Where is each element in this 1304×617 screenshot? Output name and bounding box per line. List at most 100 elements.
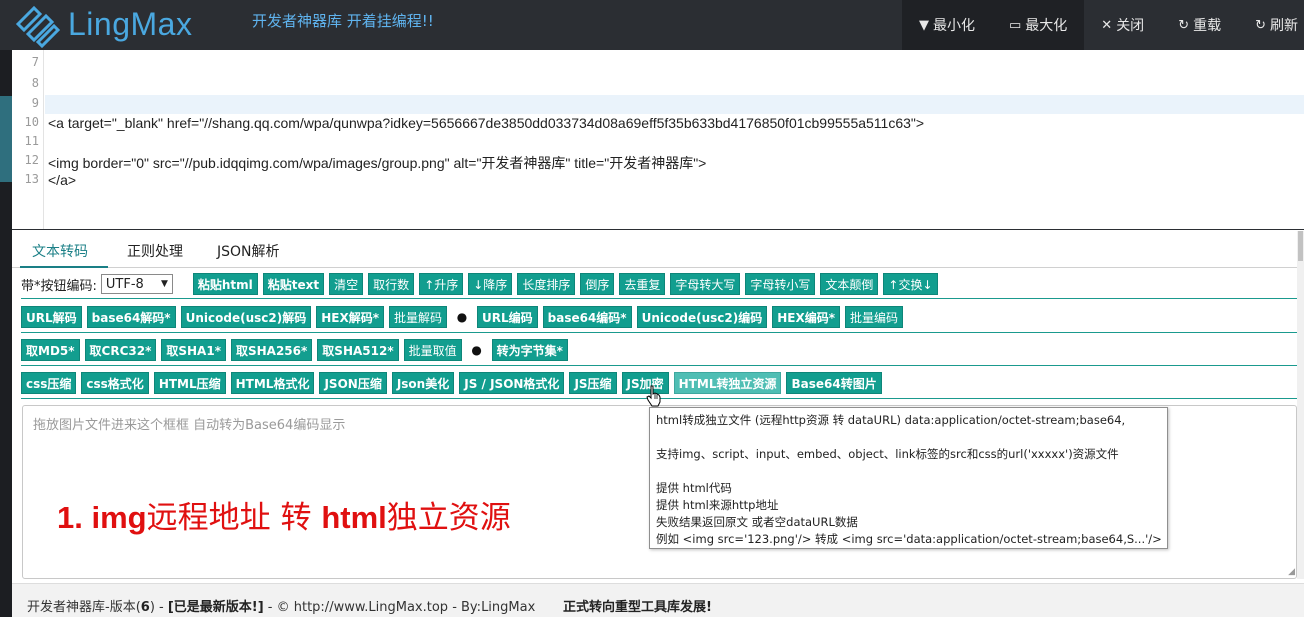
unicode-encode-button[interactable]: Unicode(usc2)编码 [636, 306, 768, 328]
separator-dot: ● [456, 310, 468, 324]
html-standalone-button[interactable]: HTML转独立资源 [673, 372, 782, 394]
hash-row: 取MD5* 取CRC32* 取SHA1* 取SHA256* 取SHA512* 批… [21, 339, 573, 361]
caret-down-icon: ▼ [918, 17, 929, 33]
reload-label: 重载 [1193, 18, 1222, 34]
refresh-icon: ↻ [1255, 17, 1266, 33]
paste-text-button[interactable]: 粘贴text [262, 273, 325, 295]
swap-button[interactable]: ↑交换↓ [883, 273, 938, 295]
window-controls: ▼ 最小化 ▭ 最大化 ✕ 关闭 ↻ 重载 ↻ 刷新 [901, 0, 1304, 50]
hex-encode-button[interactable]: HEX编码* [772, 306, 840, 328]
tab-regex[interactable]: 正则处理 [127, 241, 183, 261]
code-line: </a> [48, 172, 77, 188]
sha1-button[interactable]: 取SHA1* [161, 339, 226, 361]
json-beautify-button[interactable]: Json美化 [391, 372, 455, 394]
refresh-button[interactable]: ↻ 刷新 [1238, 0, 1304, 50]
title-bar: LingMax 开发者神器库 开着挂编程!! ▼ 最小化 ▭ 最大化 ✕ 关闭 … [0, 0, 1304, 50]
app-logo: LingMax [10, 2, 210, 48]
sort-desc-button[interactable]: ↓降序 [468, 273, 513, 295]
uppercase-button[interactable]: 字母转大写 [670, 273, 741, 295]
annotation-caption: 1. img远程地址 转 html独立资源 [57, 492, 511, 537]
tool-tabs: 文本转码 正则处理 JSON解析 [12, 231, 1304, 268]
code-line: <img border="0" src="//pub.idqqimg.com/w… [48, 155, 707, 171]
left-rail-accent [0, 96, 12, 182]
line-count-button[interactable]: 取行数 [368, 273, 415, 295]
scrollbar-thumb[interactable] [1298, 231, 1303, 261]
resize-grip-icon[interactable]: ◢ [1288, 567, 1295, 577]
minimize-button[interactable]: ▼ 最小化 [901, 0, 992, 50]
tooltip: html转成独立文件 (远程http资源 转 dataURL) data:app… [649, 407, 1168, 549]
row-divider [21, 332, 1297, 333]
tooltip-line: 提供 html来源http地址 [656, 498, 779, 512]
lowercase-button[interactable]: 字母转小写 [745, 273, 816, 295]
css-minify-button[interactable]: css压缩 [21, 372, 77, 394]
row-divider [21, 298, 1297, 299]
batch-hash-button[interactable]: 批量取值 [403, 339, 462, 361]
line-number: 11 [24, 134, 39, 148]
crc32-button[interactable]: 取CRC32* [84, 339, 157, 361]
hex-decode-button[interactable]: HEX解码* [316, 306, 384, 328]
line-number: 10 [24, 115, 39, 129]
caption-html: html [321, 500, 387, 535]
line-number: 12 [24, 153, 39, 167]
version-info: 开发者神器库-版本(6) - [已是最新版本!] - © http://www.… [27, 596, 535, 615]
maximize-label: 最大化 [1025, 18, 1068, 34]
maximize-button[interactable]: ▭ 最大化 [991, 0, 1085, 50]
sort-length-button[interactable]: 长度排序 [517, 273, 576, 295]
tooltip-line [656, 429, 1161, 446]
dedupe-button[interactable]: 去重复 [619, 273, 666, 295]
encoding-value: UTF-8 [105, 276, 144, 292]
unicode-decode-button[interactable]: Unicode(usc2)解码 [180, 306, 312, 328]
reverse-text-button[interactable]: 文本颠倒 [820, 273, 879, 295]
reverse-lines-button[interactable]: 倒序 [580, 273, 615, 295]
md5-button[interactable]: 取MD5* [21, 339, 80, 361]
to-bytes-button[interactable]: 转为字节集* [491, 339, 568, 361]
url-encode-button[interactable]: URL编码 [477, 306, 538, 328]
base64-to-image-button[interactable]: Base64转图片 [786, 372, 882, 394]
clear-button[interactable]: 清空 [329, 273, 364, 295]
tooltip-line: html转成独立文件 (远程http资源 转 dataURL) data:app… [656, 413, 1126, 427]
decode-encode-row: URL解码 base64解码* Unicode(usc2)解码 HEX解码* 批… [21, 306, 908, 328]
code-line: <a target="_blank" href="//shang.qq.com/… [48, 115, 925, 131]
line-number: 9 [31, 96, 39, 110]
batch-decode-button[interactable]: 批量解码 [388, 306, 447, 328]
js-json-format-button[interactable]: JS / JSON格式化 [459, 372, 565, 394]
json-minify-button[interactable]: JSON压缩 [319, 372, 387, 394]
line-number: 13 [24, 172, 39, 186]
base64-encode-button[interactable]: base64编码* [542, 306, 632, 328]
active-line-highlight [45, 95, 1304, 114]
logo-icon [15, 5, 60, 48]
url-decode-button[interactable]: URL解码 [21, 306, 82, 328]
sort-asc-button[interactable]: ↑升序 [419, 273, 464, 295]
active-tab-indicator [20, 266, 108, 268]
line-number: 7 [31, 55, 39, 69]
base64-decode-button[interactable]: base64解码* [86, 306, 176, 328]
html-format-button[interactable]: HTML格式化 [230, 372, 315, 394]
row-divider [21, 365, 1297, 366]
minimize-label: 最小化 [932, 18, 975, 34]
tab-json[interactable]: JSON解析 [217, 241, 280, 261]
separator-dot: ● [471, 343, 482, 357]
tab-text-encoding[interactable]: 文本转码 [32, 241, 88, 261]
html-minify-button[interactable]: HTML压缩 [153, 372, 226, 394]
code-editor[interactable]: 7 8 9 10 11 12 13 <a target="_blank" hre… [12, 50, 1304, 230]
reload-icon: ↻ [1178, 17, 1190, 33]
close-button[interactable]: ✕ 关闭 [1084, 0, 1161, 50]
js-minify-button[interactable]: JS压缩 [569, 372, 617, 394]
close-label: 关闭 [1116, 18, 1145, 34]
sha512-button[interactable]: 取SHA512* [317, 339, 399, 361]
tooltip-line: 失败结果返回原文 或者空dataURL数据 [656, 515, 858, 529]
css-format-button[interactable]: css格式化 [81, 372, 149, 394]
tooltip-line: 例如 <img src='123.png'/> 转成 <img src='dat… [656, 532, 1161, 546]
close-icon: ✕ [1101, 17, 1113, 33]
reload-button[interactable]: ↻ 重载 [1161, 0, 1238, 50]
window-icon: ▭ [1008, 17, 1022, 33]
encoding-select[interactable]: UTF-8 ▼ [100, 274, 173, 294]
footer-prefix: 开发者神器库-版本( [27, 600, 141, 615]
sha256-button[interactable]: 取SHA256* [230, 339, 313, 361]
paste-html-button[interactable]: 粘贴html [192, 273, 258, 295]
latest-version-badge: [已是最新版本!] [167, 600, 264, 615]
vertical-scrollbar[interactable] [1297, 231, 1304, 579]
batch-encode-button[interactable]: 批量编码 [844, 306, 903, 328]
footer-announcement: 正式转向重型工具库发展! [563, 600, 712, 615]
drop-placeholder: 拖放图片文件进来这个框框 自动转为Base64编码显示 [33, 418, 346, 433]
